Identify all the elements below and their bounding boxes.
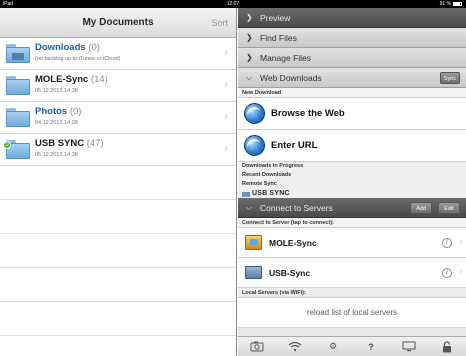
page-title: My Documents [82,17,154,28]
empty-list-row [0,268,236,302]
recent-downloads-item[interactable]: Recent Downloads [238,171,466,180]
usb-icon [242,192,250,197]
chevron-right-icon: › [224,143,228,154]
chevron-right-icon: ❯ [246,13,253,22]
documents-pane: My Documents Sort Downloads (0) (no back… [0,8,237,356]
server-row-usb-sync[interactable]: USB-Sync i › [238,258,466,288]
sort-button[interactable]: Sort [211,8,228,38]
usb-sync-partial-row[interactable]: USB SYNC [238,189,466,198]
usb-drive-icon [245,266,262,279]
connect-servers-header[interactable]: ⌵ Connect to Servers Add Edit [238,198,466,218]
folder-name: Downloads (0) [35,42,100,53]
folder-icon: ↻ [3,140,30,159]
folder-name: MOLE-Sync (14) [35,74,108,85]
chevron-right-icon: › [224,79,228,90]
chevron-right-icon: › [224,47,228,58]
folder-row-photos[interactable]: Photos (0) 04.12.2013 14:08 › [0,102,236,134]
folder-icon [6,44,30,63]
browse-web-row[interactable]: Browse the Web [238,98,466,130]
local-servers-label: Local Servers (via WiFi): [238,288,466,298]
info-icon[interactable]: i [442,268,452,278]
folder-meta: (no backing up to iTunes or iCloud) [35,56,121,62]
documents-header: My Documents Sort [0,8,236,38]
folder-row-usb-sync[interactable]: ↻ USB SYNC (47) 05.12.2013 14:36 › [0,134,236,166]
folder-meta: 05.12.2013 14:36 [35,88,78,94]
globe-icon [244,135,265,156]
downloads-in-progress-item[interactable]: Downloads in Progress [238,162,466,171]
status-bar: iPad 12:07 91 % [0,0,466,8]
folder-meta: 05.12.2013 14:36 [35,152,78,158]
sync-badge-icon: ↻ [3,141,11,149]
gear-icon[interactable]: ⚙ [325,340,341,354]
monitor-icon[interactable] [401,340,417,354]
battery-status: 91 % [440,0,462,8]
camera-icon[interactable] [249,340,265,354]
folder-meta: 04.12.2013 14:08 [35,120,78,126]
empty-list-row [0,302,236,336]
add-server-button[interactable]: Add [410,202,432,214]
info-icon[interactable]: i [442,238,452,248]
folder-name: USB SYNC (47) [35,138,104,149]
new-download-label: New Download [238,88,466,98]
chevron-right-icon: › [224,111,228,122]
chevron-down-icon: ⌵ [246,73,253,82]
web-downloads-header[interactable]: ⌵ Web Downloads Sync [238,68,466,88]
enter-url-row[interactable]: Enter URL [238,130,466,162]
battery-percent: 91 % [439,1,451,7]
empty-list-row [0,336,236,356]
edit-servers-button[interactable]: Edit [438,202,460,214]
chevron-right-icon: › [459,267,462,276]
server-row-mole-sync[interactable]: MOLE-Sync i › [238,228,466,258]
folder-row-downloads[interactable]: Downloads (0) (no backing up to iTunes o… [0,38,236,70]
chevron-right-icon: ❯ [246,33,253,42]
globe-icon [244,103,265,124]
sync-button[interactable]: Sync [440,72,460,84]
preview-header[interactable]: ❯ Preview [238,8,466,28]
lock-icon[interactable] [439,340,455,354]
find-files-header[interactable]: ❯ Find Files [238,28,466,48]
help-icon[interactable]: ? [363,340,379,354]
chevron-down-icon: ⌵ [246,203,253,212]
mac-server-icon [245,235,262,250]
folder-row-mole-sync[interactable]: MOLE-Sync (14) 05.12.2013 14:36 › [0,70,236,102]
clock: 12:07 [226,1,240,7]
empty-list-row [0,200,236,234]
connect-server-label: Connect to Server (tap to connect): [238,218,466,228]
wifi-icon[interactable] [287,340,303,354]
reload-servers-button[interactable]: reload list of local servers [238,298,466,328]
remote-sync-item[interactable]: Remote Sync [238,180,466,189]
folder-icon [6,108,30,127]
chevron-right-icon: ❯ [246,53,253,62]
battery-icon [453,2,462,6]
empty-list-row [0,166,236,200]
folder-icon [6,76,30,95]
chevron-right-icon: › [459,237,462,246]
actions-pane: ❯ Preview ❯ Find Files ❯ Manage Files ⌵ … [238,8,466,356]
bottom-toolbar: ⚙ ? [238,336,466,356]
empty-list-row [0,234,236,268]
folder-name: Photos (0) [35,106,82,117]
manage-files-header[interactable]: ❯ Manage Files [238,48,466,68]
